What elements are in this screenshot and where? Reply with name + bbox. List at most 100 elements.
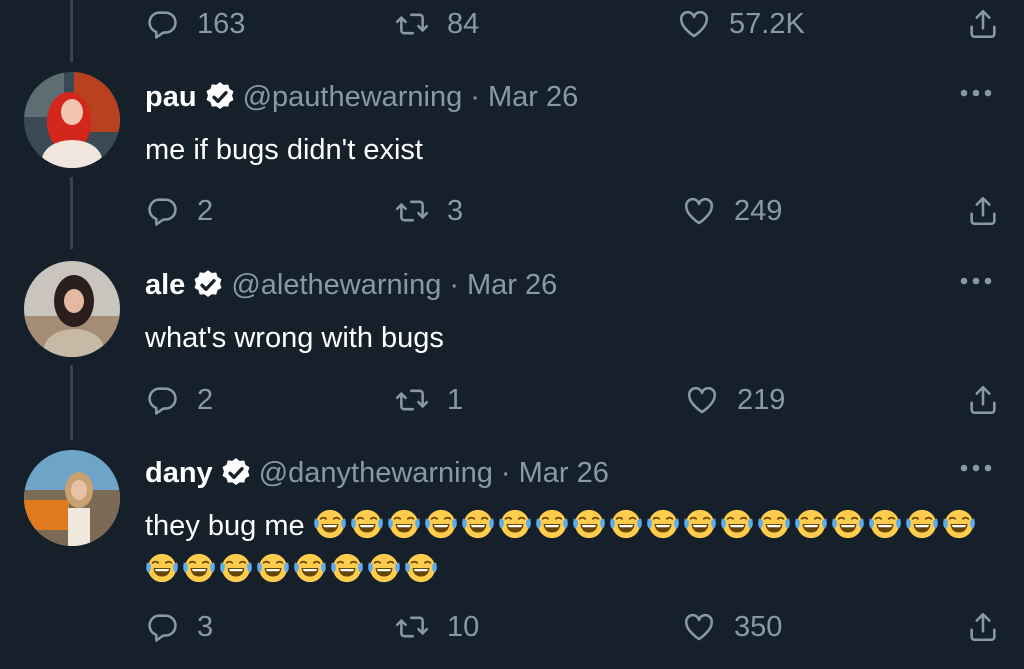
separator: ·	[500, 456, 511, 489]
retweet-count: 3	[447, 194, 464, 227]
reply-count: 2	[197, 383, 214, 416]
more-icon	[959, 276, 993, 286]
retweet-count: 84	[447, 7, 480, 40]
display-name[interactable]: ale	[145, 269, 185, 302]
face-with-tears-of-joy-emoji	[609, 507, 643, 541]
face-with-tears-of-joy-emoji	[535, 507, 569, 541]
tweet-date[interactable]: Mar 26	[467, 269, 557, 302]
reply-icon	[145, 610, 179, 644]
tweet-text: they bug me	[145, 504, 995, 592]
face-with-tears-of-joy-emoji	[145, 551, 179, 585]
display-name[interactable]: pau	[145, 81, 197, 114]
face-with-tears-of-joy-emoji	[350, 507, 384, 541]
face-with-tears-of-joy-emoji	[720, 507, 754, 541]
thread-line	[70, 177, 73, 249]
like-button[interactable]: 249	[682, 189, 782, 233]
more-button[interactable]	[956, 266, 996, 296]
tweet-date[interactable]: Mar 26	[488, 81, 578, 114]
share-icon	[966, 7, 1000, 41]
face-with-tears-of-joy-emoji	[293, 551, 327, 585]
face-with-tears-of-joy-emoji	[942, 507, 976, 541]
more-button[interactable]	[956, 453, 996, 483]
heart-icon	[682, 610, 716, 644]
avatar-photo	[24, 261, 120, 357]
avatar[interactable]	[24, 72, 120, 168]
tweet-date[interactable]: Mar 26	[519, 457, 609, 490]
like-count: 219	[737, 383, 786, 416]
tweet-text-content: they bug me	[145, 510, 305, 542]
share-button[interactable]	[961, 605, 1005, 649]
retweet-button[interactable]: 84	[395, 2, 479, 46]
verified-badge-icon	[219, 456, 253, 490]
verified-badge-icon	[191, 268, 225, 302]
like-button[interactable]: 350	[682, 605, 782, 649]
retweet-icon	[395, 383, 429, 417]
reply-icon	[145, 7, 179, 41]
tweet-text: what's wrong with bugs	[145, 322, 444, 354]
retweet-button[interactable]: 1	[395, 378, 463, 422]
reply-button[interactable]: 2	[145, 189, 213, 233]
like-count: 249	[734, 194, 783, 227]
tweet-header: pau @pauthewarning · Mar 26	[145, 77, 578, 117]
separator: ·	[470, 80, 480, 113]
reply-button[interactable]: 163	[145, 2, 245, 46]
face-with-tears-of-joy-emoji	[330, 551, 364, 585]
thread-line	[70, 365, 73, 440]
face-with-tears-of-joy-emoji	[757, 507, 791, 541]
user-handle[interactable]: @danythewarning	[259, 457, 493, 490]
tweet-header: dany @danythewarning · Mar 26	[145, 453, 609, 493]
face-with-tears-of-joy-emoji	[831, 507, 865, 541]
face-with-tears-of-joy-emoji	[367, 551, 401, 585]
heart-icon	[685, 383, 719, 417]
retweet-button[interactable]: 10	[395, 605, 479, 649]
tweet-actions: 2 1 219	[145, 378, 1005, 422]
like-button[interactable]: 57.2K	[677, 2, 805, 46]
face-with-tears-of-joy-emoji	[313, 507, 347, 541]
retweet-icon	[395, 610, 429, 644]
share-icon	[966, 383, 1000, 417]
user-handle[interactable]: @alethewarning	[231, 269, 441, 302]
avatar[interactable]	[24, 261, 120, 357]
share-button[interactable]	[961, 378, 1005, 422]
reply-icon	[145, 383, 179, 417]
avatar[interactable]	[24, 450, 120, 546]
face-with-tears-of-joy-emoji	[256, 551, 290, 585]
more-icon	[959, 88, 993, 98]
retweet-count: 1	[447, 383, 464, 416]
thread-line	[70, 0, 73, 62]
retweet-button[interactable]: 3	[395, 189, 463, 233]
reply-icon	[145, 194, 179, 228]
verified-badge-icon	[203, 80, 237, 114]
heart-icon	[682, 194, 716, 228]
reply-button[interactable]: 3	[145, 605, 213, 649]
like-count: 350	[734, 610, 783, 643]
face-with-tears-of-joy-emoji	[424, 507, 458, 541]
share-button[interactable]	[961, 189, 1005, 233]
user-handle[interactable]: @pauthewarning	[243, 81, 463, 114]
tweet-actions: 2 3 249	[145, 189, 1005, 233]
reply-count: 3	[197, 610, 214, 643]
share-icon	[966, 194, 1000, 228]
face-with-tears-of-joy-emoji	[868, 507, 902, 541]
reply-count: 163	[197, 7, 246, 40]
share-button[interactable]	[961, 2, 1005, 46]
tweet-header: ale @alethewarning · Mar 26	[145, 265, 557, 305]
share-icon	[966, 610, 1000, 644]
face-with-tears-of-joy-emoji	[498, 507, 532, 541]
retweet-icon	[395, 194, 429, 228]
like-count: 57.2K	[729, 7, 805, 40]
face-with-tears-of-joy-emoji	[461, 507, 495, 541]
more-button[interactable]	[956, 78, 996, 108]
face-with-tears-of-joy-emoji	[404, 551, 438, 585]
face-with-tears-of-joy-emoji	[683, 507, 717, 541]
display-name[interactable]: dany	[145, 457, 213, 490]
avatar-photo	[24, 450, 120, 546]
tweet-text: me if bugs didn't exist	[145, 134, 423, 166]
tweet-actions: 3 10 350	[145, 605, 1005, 649]
retweet-icon	[395, 7, 429, 41]
reply-button[interactable]: 2	[145, 378, 213, 422]
more-icon	[959, 463, 993, 473]
face-with-tears-of-joy-emoji	[905, 507, 939, 541]
heart-icon	[677, 7, 711, 41]
like-button[interactable]: 219	[685, 378, 785, 422]
